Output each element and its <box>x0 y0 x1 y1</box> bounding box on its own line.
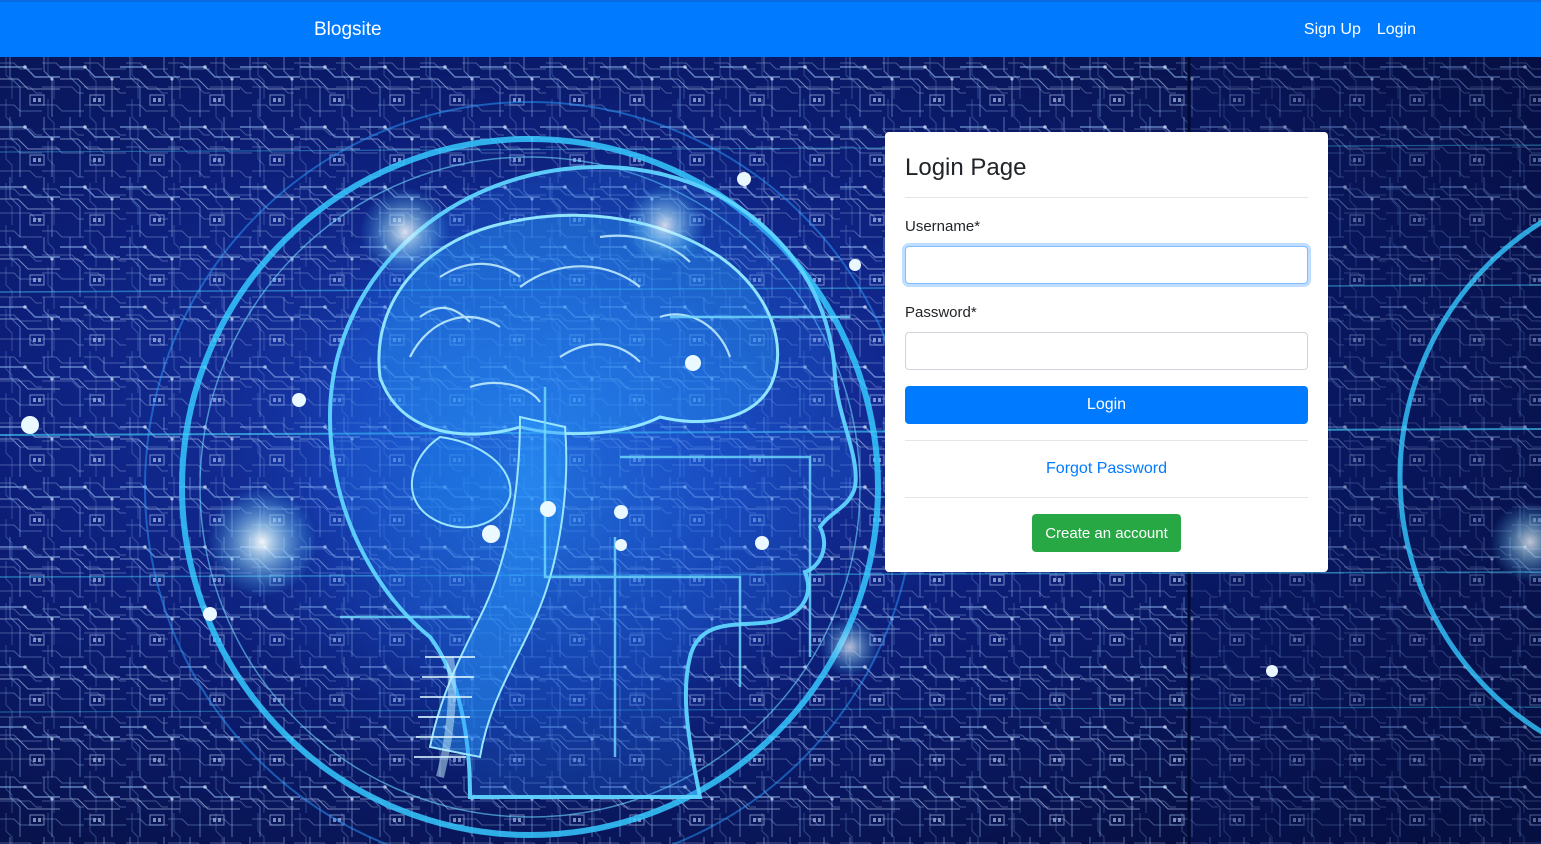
create-account-row: Create an account <box>905 498 1308 552</box>
forgot-password-row: Forgot Password <box>905 441 1308 497</box>
login-button[interactable]: Login <box>905 386 1308 424</box>
navbar: Blogsite Sign Up Login <box>0 0 1541 57</box>
card-title: Login Page <box>905 154 1027 181</box>
create-account-button[interactable]: Create an account <box>1032 514 1181 552</box>
password-input[interactable] <box>905 332 1308 370</box>
nav-login-link[interactable]: Login <box>1377 20 1416 40</box>
username-label: Username* <box>905 218 981 235</box>
login-card: Login Page Username* Password* Login For… <box>885 132 1328 572</box>
nav-links: Sign Up Login <box>1304 20 1416 40</box>
forgot-password-link[interactable]: Forgot Password <box>1046 460 1167 477</box>
username-input[interactable] <box>905 246 1308 284</box>
divider <box>905 197 1308 198</box>
nav-signup-link[interactable]: Sign Up <box>1304 20 1361 40</box>
password-label: Password* <box>905 304 977 321</box>
brand-logo-link[interactable]: Blogsite <box>314 19 382 41</box>
